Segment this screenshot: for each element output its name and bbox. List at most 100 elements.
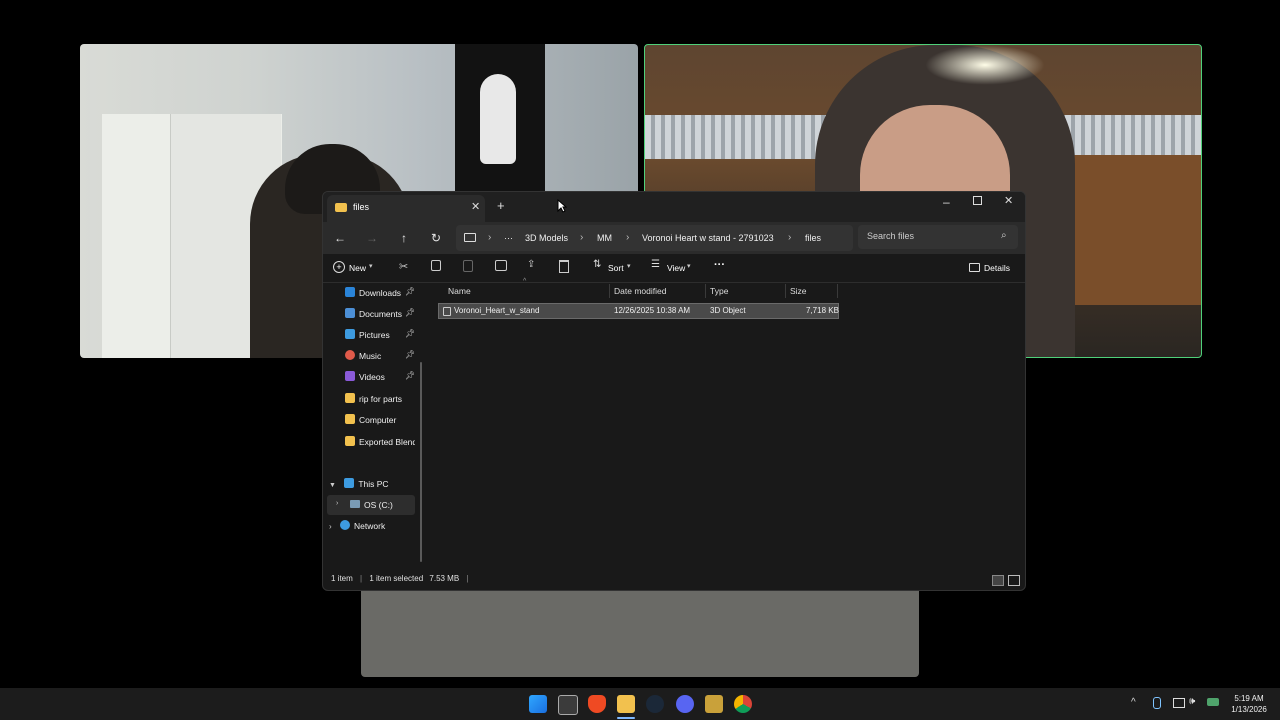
column-divider[interactable] xyxy=(837,284,838,298)
back-arrow-icon[interactable]: ← xyxy=(332,230,348,246)
pin-icon[interactable]: 📌︎ xyxy=(405,287,415,296)
chevron-right-icon[interactable]: › xyxy=(336,500,338,507)
new-button[interactable]: New xyxy=(349,263,366,273)
discord-icon[interactable] xyxy=(676,695,694,713)
sidebar-item-label: Pictures xyxy=(359,330,390,340)
address-bar: ← → ↑ ↻ › ··· 3D Models › MM › Voronoi H… xyxy=(323,222,1025,254)
steam-icon[interactable] xyxy=(646,695,664,713)
status-divider: | xyxy=(360,574,363,583)
network-status-icon[interactable] xyxy=(1173,698,1185,708)
tab-files[interactable]: files ✕ xyxy=(327,195,485,222)
sidebar-item-network[interactable]: › Network xyxy=(329,516,385,536)
sidebar-item-label: Downloads xyxy=(359,288,402,298)
paste-icon[interactable] xyxy=(463,260,473,272)
navigation-scrollbar[interactable] xyxy=(420,362,422,562)
mouse-cursor-icon xyxy=(557,199,567,213)
sidebar-item-pictures[interactable]: Pictures xyxy=(345,325,390,345)
chrome-icon[interactable] xyxy=(734,695,752,713)
chevron-down-icon[interactable]: ▼ xyxy=(329,482,336,489)
pin-icon[interactable]: 📌︎ xyxy=(405,329,415,338)
close-window-icon[interactable]: ✕ xyxy=(1004,194,1013,207)
chevron-right-icon: › xyxy=(626,232,630,243)
sidebar-item-videos[interactable]: Videos xyxy=(345,367,385,387)
breadcrumb-more[interactable]: ··· xyxy=(504,222,513,254)
sort-button[interactable]: Sort xyxy=(608,263,624,273)
chevron-right-icon[interactable]: › xyxy=(329,522,332,531)
search-placeholder: Search files xyxy=(867,231,915,241)
pin-icon[interactable]: 📌︎ xyxy=(405,308,415,317)
microphone-icon[interactable] xyxy=(1153,697,1161,709)
column-header-date-modified[interactable]: Date modified xyxy=(614,284,666,298)
column-divider[interactable] xyxy=(609,284,610,298)
more-options-button[interactable]: ··· xyxy=(714,259,725,271)
sidebar-item-rip-for-parts[interactable]: rip for parts xyxy=(345,389,402,409)
file-size: 7,718 KB xyxy=(806,306,839,315)
taskbar: ^ 🕪︎ 5:19 AM 1/13/2026 xyxy=(0,688,1280,720)
world-of-warcraft-icon[interactable] xyxy=(705,695,723,713)
breadcrumb-3d-models[interactable]: 3D Models xyxy=(525,222,568,254)
forward-arrow-icon[interactable]: → xyxy=(364,230,380,246)
sidebar-item-music[interactable]: Music xyxy=(345,346,381,366)
sidebar-item-os-c[interactable]: › OS (C:) xyxy=(327,495,415,515)
pin-icon[interactable]: 📌︎ xyxy=(405,371,415,380)
refresh-icon[interactable]: ↻ xyxy=(428,230,444,246)
show-hidden-icons-chevron-up-icon[interactable]: ^ xyxy=(1131,697,1136,708)
file-name: Voronoi_Heart_w_stand xyxy=(454,306,540,315)
sidebar-item-label: This PC xyxy=(358,479,389,489)
details-view-icon[interactable] xyxy=(992,575,1004,586)
breadcrumb-files[interactable]: files xyxy=(805,222,821,254)
sidebar-item-downloads[interactable]: Downloads xyxy=(345,283,401,303)
sort-icon: ⇅ xyxy=(593,259,602,270)
breadcrumb[interactable]: › ··· 3D Models › MM › Voronoi Heart w s… xyxy=(456,225,853,251)
file-row[interactable]: Voronoi_Heart_w_stand 12/26/2025 10:38 A… xyxy=(438,303,839,319)
share-icon[interactable]: ⇪ xyxy=(527,259,535,270)
rename-icon[interactable] xyxy=(495,260,507,271)
chevron-down-icon: ▾ xyxy=(369,263,373,270)
maximize-icon[interactable] xyxy=(973,196,982,205)
music-icon xyxy=(345,350,355,360)
breadcrumb-mm[interactable]: MM xyxy=(597,222,612,254)
sidebar-item-this-pc[interactable]: ▼ This PC xyxy=(329,474,389,494)
download-icon xyxy=(345,287,355,297)
computer-icon xyxy=(344,478,355,488)
tiles-view-icon[interactable] xyxy=(1008,575,1020,586)
chevron-right-icon: › xyxy=(580,232,584,243)
sidebar-item-computer[interactable]: Computer xyxy=(345,410,396,430)
search-icon: ⌕ xyxy=(1001,230,1007,241)
minimize-icon[interactable]: – xyxy=(943,195,950,209)
new-tab-icon[interactable]: + xyxy=(497,198,505,213)
sort-ascending-icon: ^ xyxy=(523,278,527,285)
status-divider: | xyxy=(466,574,469,583)
volume-icon[interactable]: 🕪︎ xyxy=(1189,696,1195,707)
chevron-right-icon: › xyxy=(788,232,792,243)
pin-icon[interactable]: 📌︎ xyxy=(405,350,415,359)
column-header-name[interactable]: Name xyxy=(448,284,471,298)
up-arrow-icon[interactable]: ↑ xyxy=(396,230,412,246)
cut-icon[interactable]: ✂ xyxy=(399,260,408,273)
poster-mask xyxy=(480,74,516,164)
snipping-tool-icon[interactable] xyxy=(558,695,578,715)
sidebar-item-label: OS (C:) xyxy=(364,500,393,510)
battery-icon[interactable] xyxy=(1207,698,1219,706)
details-button[interactable]: Details xyxy=(984,263,1010,273)
search-input[interactable]: Search files ⌕ xyxy=(858,225,1018,249)
file-explorer-icon[interactable] xyxy=(617,695,635,713)
column-header-size[interactable]: Size xyxy=(790,284,807,298)
clock[interactable]: 5:19 AM 1/13/2026 xyxy=(1226,693,1272,715)
view-button[interactable]: View xyxy=(667,263,685,273)
column-header-type[interactable]: Type xyxy=(710,284,728,298)
close-tab-icon[interactable]: ✕ xyxy=(471,200,480,213)
column-divider[interactable] xyxy=(785,284,786,298)
copy-icon[interactable] xyxy=(431,260,441,271)
brave-icon[interactable] xyxy=(588,695,606,713)
windows-start-icon[interactable] xyxy=(529,695,547,713)
computer-icon xyxy=(464,233,476,242)
clock-time: 5:19 AM xyxy=(1234,694,1264,703)
breadcrumb-voronoi[interactable]: Voronoi Heart w stand - 2791023 xyxy=(642,222,774,254)
column-divider[interactable] xyxy=(705,284,706,298)
sidebar-item-exported-blend[interactable]: Exported Blend ( xyxy=(345,432,415,452)
title-bar[interactable]: files ✕ + – ✕ xyxy=(323,192,1025,222)
sidebar-item-documents[interactable]: Documents xyxy=(345,304,402,324)
video-tile-bottom[interactable] xyxy=(361,588,919,677)
delete-icon[interactable] xyxy=(559,260,569,273)
